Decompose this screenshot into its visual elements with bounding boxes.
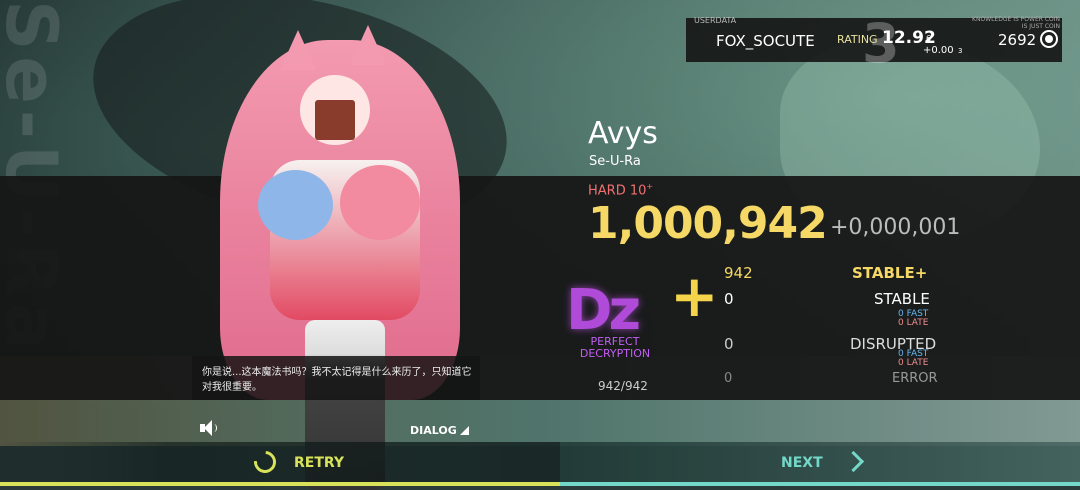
voice-volume-icon[interactable]	[200, 420, 217, 436]
character-ear	[350, 25, 386, 65]
disrupted-late: 0 LATE	[898, 358, 929, 368]
character-sleeve	[340, 165, 420, 240]
grade-icon: Dz	[566, 278, 641, 343]
stable-late: 0 LATE	[898, 318, 929, 328]
note-count: 942/942	[598, 379, 648, 393]
difficulty-label: HARD 10+	[588, 182, 653, 198]
rating-delta-subscript: 3	[958, 47, 963, 55]
dialog-box[interactable]: 你是说...这本魔法书吗？我不太记得是什么来历了，只知道它对我很重要。	[192, 356, 480, 400]
dialog-triangle-icon[interactable]	[460, 426, 469, 435]
character-illustration	[200, 20, 490, 490]
stable-label: STABLE	[874, 290, 930, 308]
stable-plus-label: STABLE+	[852, 264, 928, 282]
grade-plus-icon: +	[670, 262, 719, 330]
character-ear	[280, 30, 316, 70]
coin-count: 2692	[998, 31, 1037, 49]
error-count: 0	[724, 371, 733, 386]
rating-subscript: 6	[926, 34, 932, 43]
difficulty-text: HARD 10	[588, 183, 647, 199]
userdata-header: USERDATA	[694, 16, 737, 25]
stable-plus-count: 942	[724, 264, 753, 282]
song-artist: Se-U-Ra	[589, 154, 641, 169]
score: 1,000,942	[588, 198, 828, 249]
error-label: ERROR	[892, 371, 938, 386]
disrupted-count: 0	[724, 335, 734, 353]
dialog-text: 你是说...这本魔法书吗？我不太记得是什么来历了，只知道它对我很重要。	[202, 367, 472, 393]
stable-count: 0	[724, 290, 734, 308]
userdata-panel: USERDATA 3 FOX_SOCUTE RATING 12.92 6 +0.…	[686, 12, 1062, 75]
retry-button[interactable]	[0, 442, 560, 486]
difficulty-plus: +	[646, 182, 654, 191]
rating-delta: +0.00	[923, 45, 954, 56]
tagline: KNOWLEDGE IS POWER COIN IS JUST COIN	[972, 16, 1060, 30]
coin-icon	[1040, 30, 1058, 48]
grade-text: PERFECT DECRYPTION	[579, 335, 651, 360]
next-label[interactable]: NEXT	[781, 455, 823, 471]
player-name: FOX_SOCUTE	[716, 32, 815, 50]
retry-label[interactable]: RETRY	[294, 455, 344, 471]
magic-book	[315, 100, 355, 140]
character-sleeve	[258, 170, 333, 240]
score-delta: +0,000,001	[830, 215, 961, 240]
rating-label: RATING	[837, 33, 878, 46]
song-title: Avys	[588, 116, 658, 151]
dialog-button[interactable]: DIALOG	[410, 424, 457, 437]
